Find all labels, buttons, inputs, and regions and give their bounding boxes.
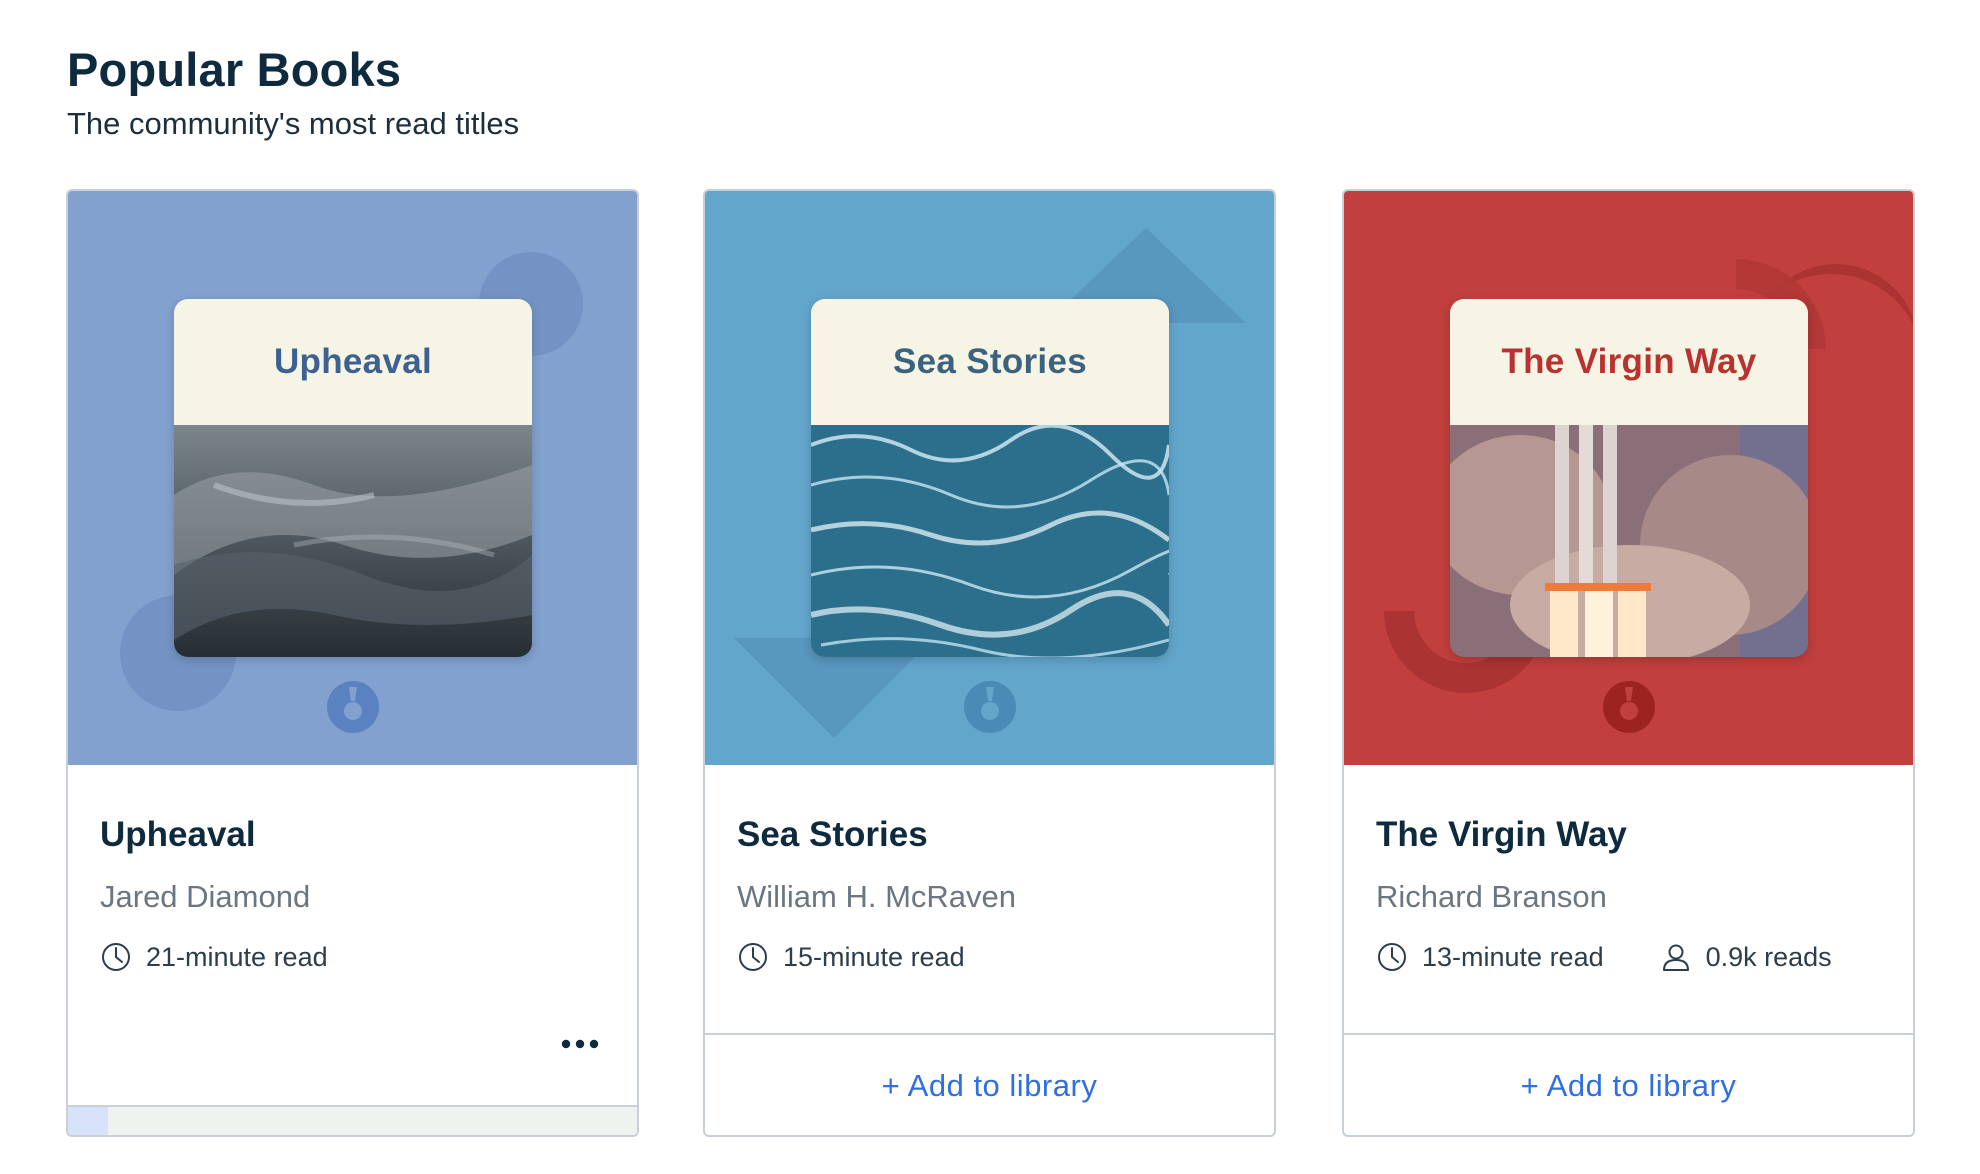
add-to-library-label: + Add to library (881, 1068, 1098, 1103)
book-card-sea-stories[interactable]: Sea Stories Sea Stories William H. McRav… (703, 189, 1276, 1137)
read-time: 15-minute read (783, 941, 965, 972)
clock-icon (739, 943, 767, 971)
book-title[interactable]: Upheaval (100, 815, 256, 855)
cover-title-band: The Virgin Way (1450, 299, 1808, 425)
blinkist-logo-icon (1603, 681, 1655, 733)
add-to-library-button[interactable]: + Add to library (705, 1033, 1274, 1135)
reading-progress-fill (68, 1107, 108, 1135)
blinkist-logo-icon (964, 681, 1016, 733)
read-count: 0.9k reads (1705, 941, 1832, 972)
read-time: 13-minute read (1422, 941, 1604, 972)
add-to-library-button[interactable]: + Add to library (1344, 1033, 1913, 1135)
clock-icon (102, 943, 130, 971)
book-card-upheaval[interactable]: Upheaval Upheaval Jared Diamond 21-minut… (66, 189, 639, 1137)
book-author: Jared Diamond (100, 879, 311, 914)
book-meta: 13-minute read 0.9k reads (1376, 941, 1832, 973)
cover-title: The Virgin Way (1501, 342, 1757, 381)
cover-image-ocean-surface (811, 425, 1169, 657)
user-icon (1662, 944, 1689, 971)
more-options-icon[interactable] (560, 1037, 600, 1051)
cover-title: Sea Stories (893, 342, 1087, 381)
clock-icon (1378, 943, 1406, 971)
book-cover[interactable]: Upheaval (174, 299, 532, 657)
section-header: Popular Books The community's most read … (67, 40, 519, 144)
book-author: William H. McRaven (737, 879, 1017, 914)
cover-image-stormy-waves (174, 425, 532, 657)
book-meta: 15-minute read (737, 941, 965, 973)
book-cover[interactable]: Sea Stories (811, 299, 1169, 657)
book-card-the-virgin-way[interactable]: The Virgin Way The Virgin Way Richard Br… (1342, 189, 1915, 1137)
page-subtitle: The community's most read titles (67, 106, 520, 141)
cover-title-band: Upheaval (174, 299, 532, 425)
book-art: The Virgin Way (1344, 191, 1913, 765)
reading-progress-bar (68, 1105, 637, 1135)
page-title: Popular Books (67, 43, 402, 96)
add-to-library-label: + Add to library (1520, 1068, 1737, 1103)
book-title[interactable]: The Virgin Way (1376, 815, 1627, 855)
book-cover[interactable]: The Virgin Way (1450, 299, 1808, 657)
read-time: 21-minute read (146, 941, 328, 972)
book-art: Upheaval (68, 191, 637, 765)
book-title[interactable]: Sea Stories (737, 815, 928, 855)
cover-title-band: Sea Stories (811, 299, 1169, 425)
cover-image-rocket-launch (1450, 425, 1808, 657)
cover-title: Upheaval (273, 342, 433, 381)
book-art: Sea Stories (705, 191, 1274, 765)
book-author: Richard Branson (1376, 879, 1607, 914)
book-meta: 21-minute read (100, 941, 328, 973)
blinkist-logo-icon (327, 681, 379, 733)
